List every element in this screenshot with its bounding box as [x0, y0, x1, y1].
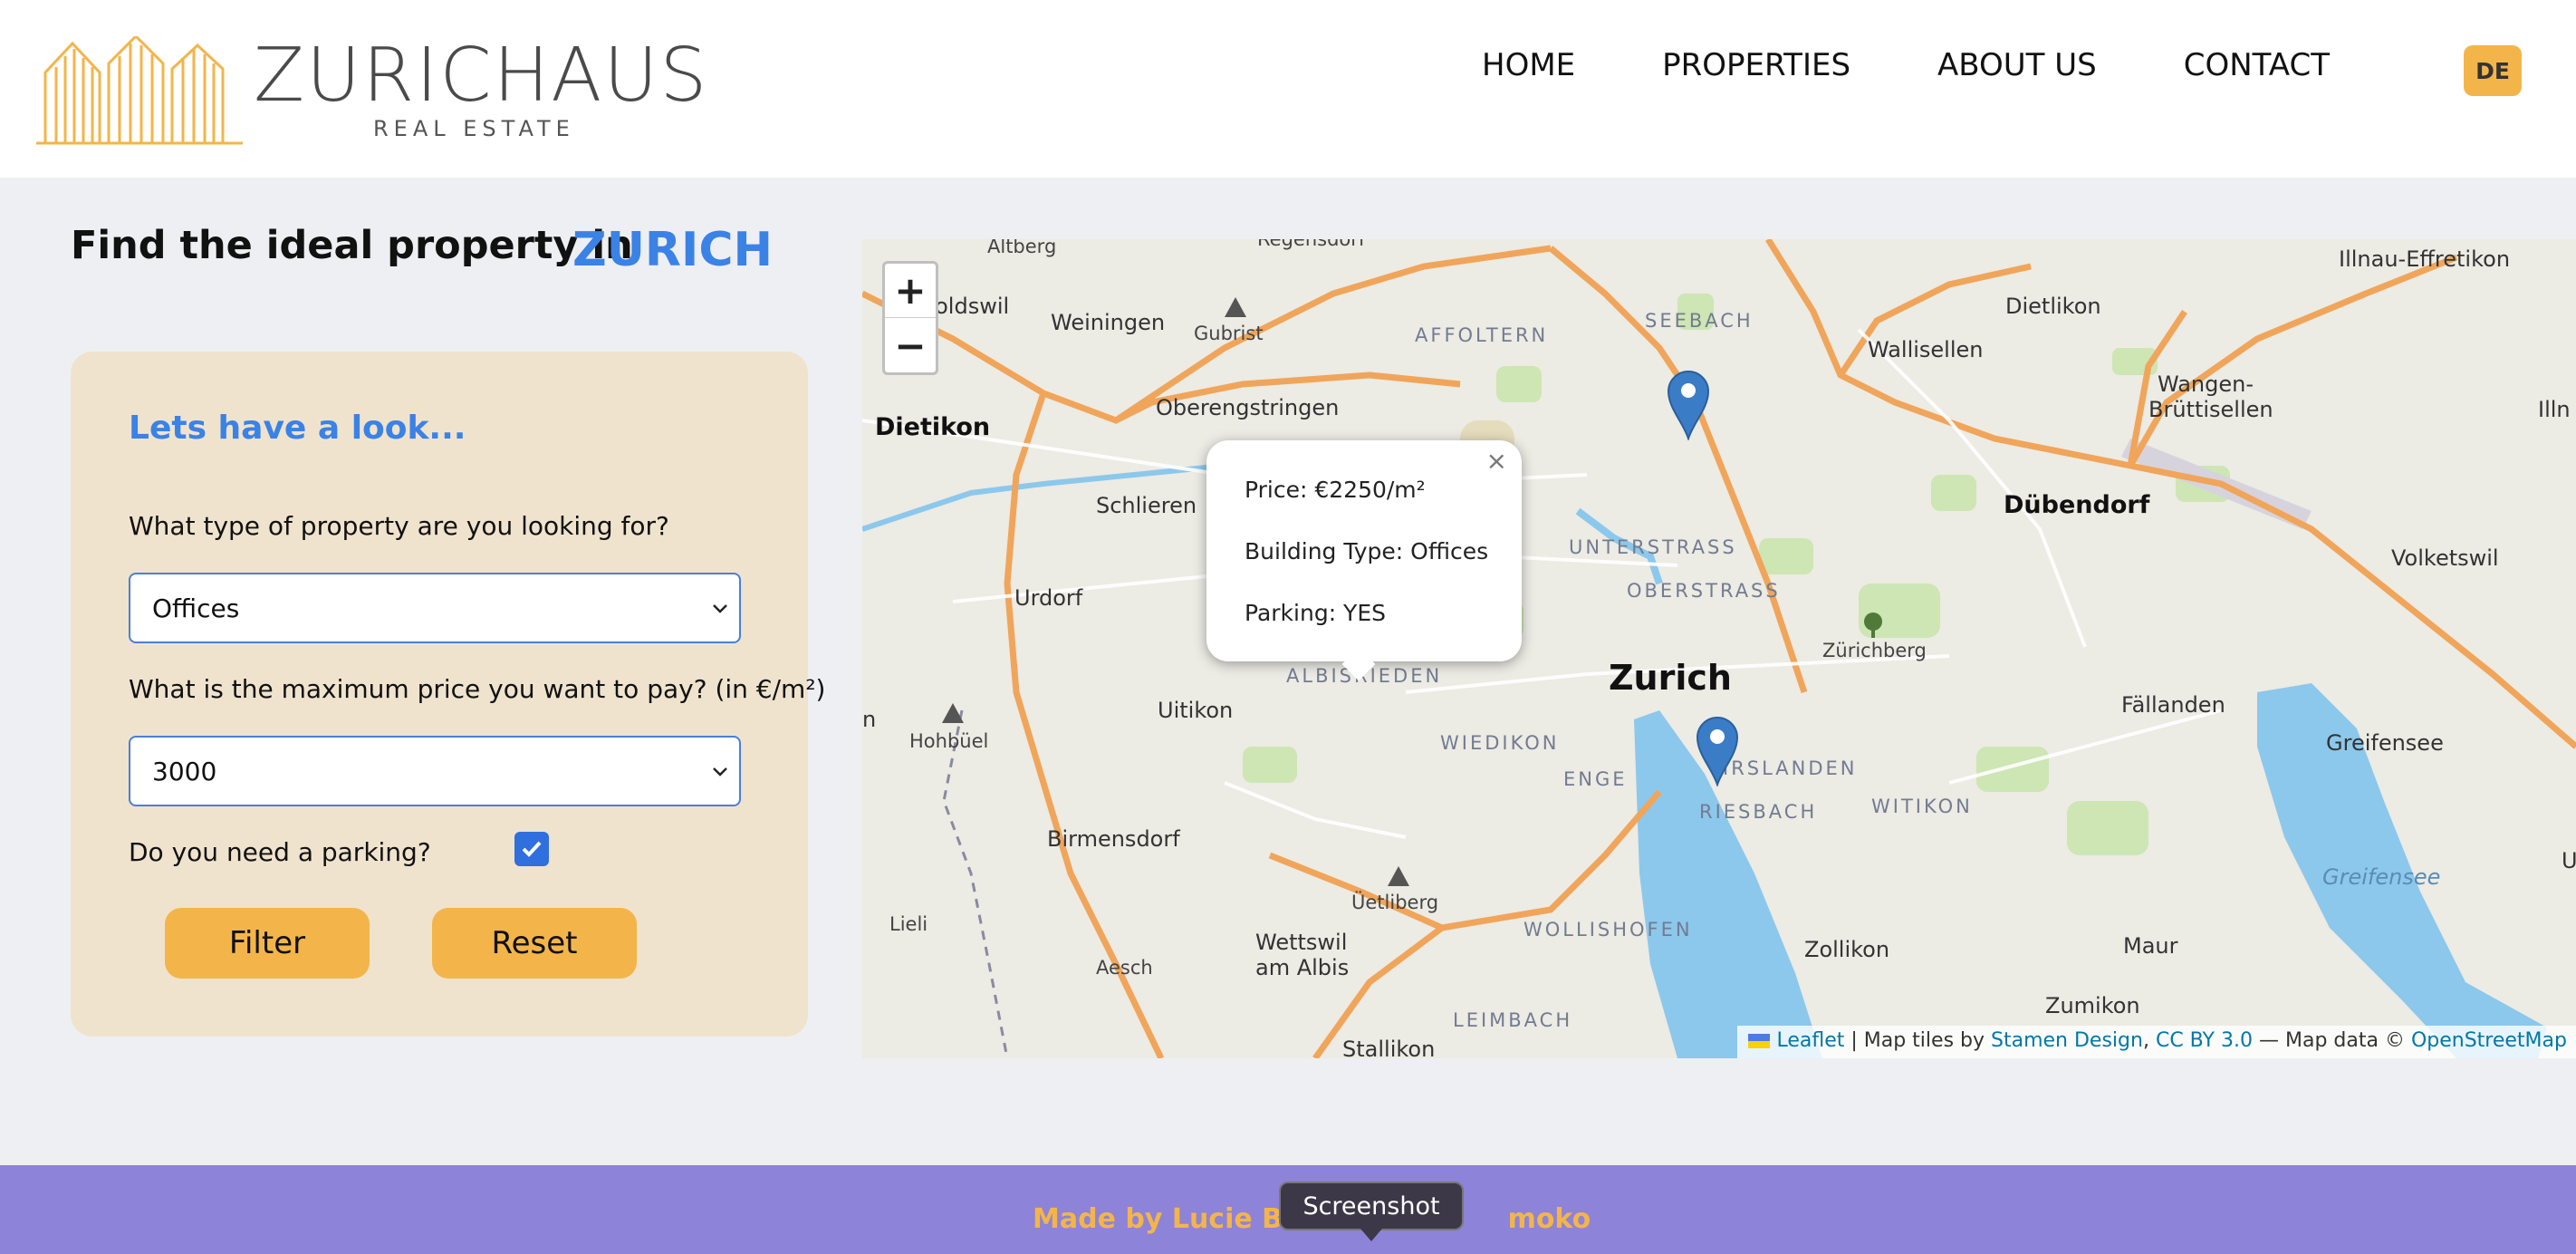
map-label: Dietlikon [2005, 294, 2101, 319]
nav-properties-link[interactable]: PROPERTIES [1662, 47, 1850, 83]
map-label: WIEDIKON [1440, 732, 1560, 754]
filter-panel-title: Lets have a look... [129, 410, 466, 447]
site-header: ZURICHAUS REAL ESTATE HOME PROPERTIES AB… [0, 0, 2576, 178]
property-type-value: Offices [152, 593, 240, 623]
brand-tagline: REAL ESTATE [373, 116, 575, 141]
map-attribution: Leaflet | Map tiles by Stamen Design, CC… [1737, 1026, 2576, 1058]
map-label: Brüttisellen [2148, 397, 2273, 422]
map-label: am Albis [1255, 955, 1350, 980]
property-marker[interactable] [1694, 714, 1741, 786]
leaflet-link[interactable]: Leaflet [1776, 1029, 1844, 1052]
cc-link[interactable]: CC BY 3.0 [2156, 1029, 2253, 1052]
screenshot-tooltip: Screenshot [1279, 1182, 1464, 1230]
max-price-label: What is the maximum price you want to pa… [129, 674, 826, 704]
checkmark-icon [522, 841, 542, 857]
chevron-down-icon [713, 767, 727, 777]
map-tiles [862, 239, 2576, 1058]
map-label: Uitikon [1158, 698, 1234, 723]
nav-about-link[interactable]: ABOUT US [1937, 47, 2097, 83]
map-label: Zollikon [1804, 937, 1890, 962]
map-label: Üetliberg [1351, 892, 1439, 913]
map-label: Schlieren [1096, 493, 1197, 518]
popup-parking: Parking: YES [1245, 600, 1386, 626]
reset-button[interactable]: Reset [432, 908, 637, 979]
map-label: Wallisellen [1868, 337, 1984, 362]
map-label: UNTERSTRASS [1569, 536, 1737, 558]
attribution-text: — Map data © [2258, 1029, 2405, 1052]
filter-panel: Lets have a look... What type of propert… [71, 352, 825, 1037]
map-label: SEEBACH [1645, 310, 1754, 332]
map-label: OBERSTRASS [1627, 580, 1781, 602]
map-label: n [862, 707, 877, 732]
map-label: WITIKON [1871, 796, 1973, 817]
main-nav: HOME PROPERTIES ABOUT US CONTACT [1482, 47, 2417, 83]
map-label: Illn [2538, 397, 2571, 422]
attribution-text: | Map tiles by [1850, 1029, 1985, 1052]
lake-label: Greifensee [2322, 864, 2441, 890]
tooltip-pointer [1360, 1229, 1382, 1241]
map-zoom-control: + − [882, 261, 938, 375]
brand-logo[interactable]: ZURICHAUS REAL ESTATE [36, 31, 706, 149]
footer-credit-end: moko [1507, 1203, 1591, 1235]
map-label: Zumikon [2045, 993, 2140, 1018]
map-label: WOLLISHOFEN [1523, 919, 1693, 940]
property-map[interactable]: Altberg Regensdorf eroldswil Weiningen G… [862, 239, 2576, 1058]
map-label: Dübendorf [2004, 491, 2150, 519]
map-label: AFFOLTERN [1415, 324, 1549, 346]
footer-credit-start: Made by Lucie Bal [1033, 1203, 1311, 1235]
filter-button[interactable]: Filter [165, 908, 370, 979]
map-label: ENGE [1563, 768, 1628, 790]
map-label: IRSLANDEN [1723, 757, 1858, 779]
map-label: Wangen- [2158, 371, 2254, 397]
map-label: Lieli [889, 913, 928, 935]
map-label: Altberg [987, 239, 1057, 257]
map-label: Illnau-Effretikon [2339, 246, 2511, 272]
map-label: Oberengstringen [1156, 395, 1340, 420]
popup-price: Price: €2250/m² [1245, 477, 1426, 503]
map-label: Dietikon [875, 413, 991, 441]
map-label: Hohbüel [909, 730, 989, 752]
map-label: Zurich [1609, 658, 1732, 698]
brand-name: ZURICHAUS [254, 33, 709, 119]
zoom-out-button[interactable]: − [885, 318, 936, 372]
map-label: LEIMBACH [1453, 1009, 1573, 1031]
map-label: Greifensee [2326, 730, 2444, 756]
map-label: Birmensdorf [1047, 826, 1180, 852]
map-label: Volketswil [2391, 545, 2499, 571]
map-label: Urdorf [1014, 585, 1083, 611]
page-title-city: ZURICH [572, 223, 773, 277]
buildings-logo-icon [36, 36, 243, 145]
map-label: Aesch [1096, 957, 1153, 979]
property-type-select[interactable]: Offices [129, 573, 741, 643]
map-label: Maur [2123, 933, 2178, 959]
page-title: Find the ideal property in [71, 223, 633, 268]
map-label: RIESBACH [1699, 801, 1818, 823]
map-label: Regensdorf [1257, 239, 1366, 250]
max-price-value: 3000 [152, 756, 217, 786]
parking-label: Do you need a parking? [129, 837, 431, 867]
nav-home-link[interactable]: HOME [1482, 47, 1575, 83]
map-label: Fällanden [2121, 692, 2225, 718]
ukraine-flag-icon [1748, 1034, 1771, 1048]
map-label: Gubrist [1194, 323, 1264, 344]
popup-building-type: Building Type: Offices [1245, 538, 1489, 564]
nav-contact-link[interactable]: CONTACT [2184, 47, 2330, 83]
map-label: Wettswil [1255, 930, 1348, 955]
map-label: U [2562, 848, 2576, 873]
property-popup: × Price: €2250/m² Building Type: Offices… [1206, 440, 1522, 681]
map-label: Weiningen [1051, 310, 1166, 335]
osm-link[interactable]: OpenStreetMap [2411, 1029, 2567, 1052]
zoom-in-button[interactable]: + [885, 264, 936, 318]
property-type-label: What type of property are you looking fo… [129, 511, 669, 541]
language-toggle-button[interactable]: DE [2464, 45, 2522, 96]
parking-checkbox[interactable] [514, 832, 549, 866]
map-label: Zürichberg [1822, 640, 1927, 661]
chevron-down-icon [713, 604, 727, 613]
map-label: Stallikon [1342, 1037, 1436, 1058]
property-marker[interactable] [1665, 368, 1712, 440]
popup-close-button[interactable]: × [1486, 446, 1507, 476]
stamen-link[interactable]: Stamen Design [1991, 1029, 2143, 1052]
max-price-select[interactable]: 3000 [129, 736, 741, 806]
